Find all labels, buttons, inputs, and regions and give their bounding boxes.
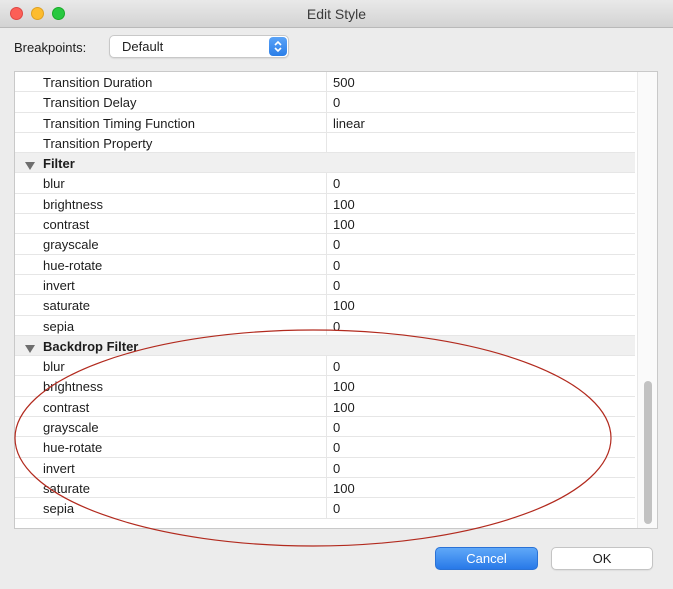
property-name: Transition Timing Function [43,115,195,131]
property-row[interactable]: saturate 100 [15,295,635,316]
property-row[interactable]: brightness 100 [15,376,635,397]
property-value[interactable]: 0 [333,237,340,252]
property-value[interactable]: 0 [333,440,340,455]
breakpoints-label: Breakpoints: [14,40,87,55]
property-row[interactable]: grayscale 0 [15,417,635,438]
property-row[interactable]: sepia 0 [15,315,635,336]
property-row[interactable]: blur 0 [15,173,635,194]
column-divider [326,295,327,315]
property-name: Transition Duration [43,75,153,90]
property-name: invert [43,460,75,476]
property-value[interactable]: 0 [333,359,340,374]
property-value[interactable]: 0 [333,501,340,516]
column-divider [326,356,327,376]
window-title: Edit Style [306,6,367,22]
column-divider [326,173,327,193]
property-row[interactable]: Transition Timing Function linear [15,112,635,133]
column-divider [326,498,327,518]
scrollbar-thumb[interactable] [644,381,652,524]
column-divider [326,457,327,477]
column-divider [326,315,327,335]
property-name: Transition Delay [43,95,137,111]
properties-list: Transition Duration 500 Transition Delay 0 T… [15,72,635,519]
property-name: grayscale [43,420,99,436]
vertical-scrollbar[interactable] [637,72,657,528]
property-name: sepia [43,318,75,334]
column-divider [326,396,327,417]
property-row[interactable]: Transition Delay 0 [15,92,635,113]
column-divider [326,234,327,254]
column-divider [326,274,327,295]
property-row[interactable]: Transition Duration 500 [15,72,635,93]
breakpoints-value: Default [122,39,164,54]
property-name: contrast [43,217,90,233]
column-divider [326,112,327,132]
property-row[interactable]: sepia 0 [15,498,635,519]
property-name: saturate [43,480,90,496]
column-divider [326,254,327,274]
column-divider [326,477,327,498]
column-divider [326,193,327,214]
property-row[interactable]: brightness 100 [15,193,635,215]
property-row[interactable]: invert 0 [15,457,635,478]
group-name: Filter [43,156,75,172]
disclosure-triangle-down-icon[interactable] [25,342,35,357]
property-value[interactable]: 100 [333,197,355,212]
title-bar: Edit Style [0,0,673,28]
property-value[interactable]: 0 [333,420,340,435]
property-value[interactable]: linear [333,116,365,131]
disclosure-triangle-down-icon[interactable] [25,159,35,174]
property-name: invert [43,277,75,293]
property-row[interactable]: invert 0 [15,274,635,296]
property-row[interactable]: saturate 100 [15,477,635,499]
property-row[interactable]: Transition Property [15,132,635,154]
property-value[interactable]: 0 [333,258,340,273]
property-value[interactable]: 0 [333,319,340,334]
column-divider [326,214,327,234]
property-value[interactable]: 100 [333,400,355,415]
column-divider [326,132,327,153]
column-divider [326,72,327,92]
group-header-row[interactable]: Backdrop Filter [15,335,635,357]
property-value[interactable]: 500 [333,75,355,90]
cancel-button[interactable]: Cancel [435,547,538,570]
property-name: brightness [43,379,103,395]
property-name: contrast [43,399,90,415]
property-row[interactable]: hue-rotate 0 [15,254,635,275]
property-name: saturate [43,298,90,314]
style-properties-table[interactable]: Transition Duration 500 Transition Delay 0 T… [14,71,658,529]
property-name: sepia [43,501,75,517]
property-name: hue-rotate [43,440,103,456]
ok-button[interactable]: OK [551,547,653,570]
property-value[interactable]: 0 [333,176,340,191]
column-divider [326,92,327,112]
column-divider [326,417,327,437]
up-down-chevron-icon [269,37,287,56]
group-header-row[interactable]: Filter [15,153,635,174]
group-name: Backdrop Filter [43,338,139,354]
property-row[interactable]: contrast 100 [15,214,635,235]
property-value[interactable]: 100 [333,217,355,232]
property-value[interactable]: 100 [333,379,355,394]
property-name: Transition Property [43,135,153,151]
property-row[interactable]: hue-rotate 0 [15,437,635,458]
property-value[interactable]: 0 [333,461,340,476]
property-value[interactable]: 100 [333,481,355,496]
property-value[interactable]: 100 [333,298,355,313]
property-name: hue-rotate [43,257,103,273]
column-divider [326,376,327,396]
property-row[interactable]: blur 0 [15,356,635,377]
property-name: grayscale [43,237,99,253]
property-name: blur [43,359,65,375]
property-value[interactable]: 0 [333,278,340,293]
breakpoints-select[interactable]: Default [109,35,289,58]
property-row[interactable]: grayscale 0 [15,234,635,255]
property-row[interactable]: contrast 100 [15,396,635,418]
property-value[interactable]: 0 [333,95,340,110]
property-name: blur [43,176,65,192]
property-name: brightness [43,196,103,212]
column-divider [326,437,327,457]
